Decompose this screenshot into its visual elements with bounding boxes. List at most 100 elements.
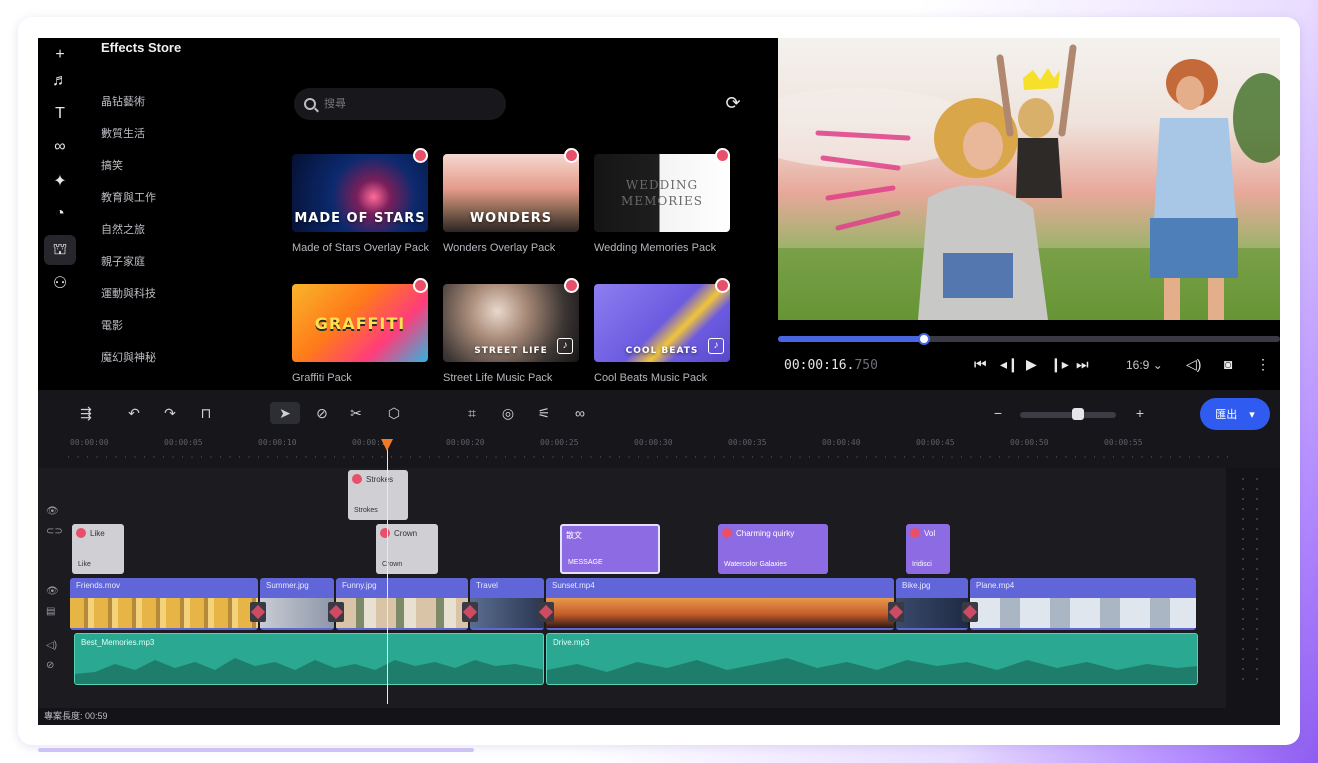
category-item[interactable]: 運動與科技 [101, 286, 156, 318]
thumbnail-title: GRAFFITI [314, 313, 406, 333]
skip-end-icon[interactable]: ⏭ [1076, 356, 1089, 373]
scissors-icon[interactable]: ✂ [344, 402, 368, 424]
text-clip[interactable]: Charming quirky Watercolor Galaxies [718, 524, 828, 574]
chevron-down-icon: ▾ [1249, 408, 1255, 421]
clip-title: Crown [394, 528, 418, 538]
eye-icon[interactable]: 👁 [46, 586, 59, 597]
effect-card[interactable]: WONDERS Wonders Overlay Pack [443, 148, 581, 258]
search-box[interactable] [294, 88, 506, 120]
playhead-handle[interactable] [381, 439, 393, 451]
progress-knob[interactable] [917, 333, 930, 345]
aspect-ratio-select[interactable]: 16:9 ⌄ [1126, 358, 1163, 372]
play-icon[interactable]: ▶ [1026, 356, 1037, 373]
sticker-clip[interactable]: Like Like [72, 524, 124, 574]
mute-icon[interactable]: ⊘ [46, 660, 54, 671]
clip-title: Strokes [366, 474, 394, 484]
category-item[interactable]: 晶钻藝術 [101, 94, 156, 126]
volume-icon[interactable]: ◁) [1186, 356, 1201, 373]
transition-icon[interactable] [888, 602, 904, 622]
sticker-clip[interactable]: Crown Crown [376, 524, 438, 574]
redo-icon[interactable]: ↷ [158, 402, 182, 424]
speaker-icon[interactable]: ◁) [46, 640, 57, 651]
effect-card[interactable]: GRAFFITI Graffiti Pack [292, 278, 430, 388]
effect-card[interactable]: MADE OF STARS Made of Stars Overlay Pack [292, 148, 430, 258]
lock-icon[interactable]: ⊓ [194, 402, 218, 424]
link-icon[interactable]: ∞ [568, 402, 592, 424]
effect-card[interactable]: COOL BEATS ♪ Cool Beats Music Pack [594, 278, 732, 388]
video-clip[interactable]: Sunset.mp4 [546, 578, 894, 630]
video-clip[interactable]: Bike.jpg [896, 578, 968, 630]
text-clip[interactable]: Vol Iridisci [906, 524, 950, 574]
audio-clip[interactable]: Best_Memories.mp3 [74, 633, 544, 685]
skip-start-icon[interactable]: ⏮ [974, 356, 987, 373]
shield-icon[interactable]: ⬡ [382, 402, 406, 424]
video-clip[interactable]: Funny.jpg [336, 578, 468, 630]
clip-label: Summer.jpg [266, 581, 309, 590]
film-icon[interactable]: ▤ [46, 606, 55, 617]
transition-icon[interactable] [462, 602, 478, 622]
zoom-slider-knob[interactable] [1072, 408, 1084, 420]
sticker-clip[interactable]: Strokes Strokes [348, 470, 408, 520]
record-icon[interactable]: ◎ [496, 402, 520, 424]
video-clip[interactable]: Friends.mov [70, 578, 258, 630]
zoom-out-icon[interactable]: − [986, 402, 1010, 424]
thumbnail-title: MADE OF STARS [294, 211, 426, 226]
clip-thumbnails [970, 598, 1196, 628]
select-tool-icon[interactable]: ➤ [270, 402, 300, 424]
transition-icon[interactable] [962, 602, 978, 622]
clip-label: Friends.mov [76, 581, 121, 590]
text-icon[interactable]: T [44, 99, 76, 129]
video-clip[interactable]: Travel [470, 578, 544, 630]
adjust-icon[interactable]: ⚟ [532, 402, 556, 424]
category-item[interactable]: 自然之旅 [101, 222, 156, 254]
category-item[interactable]: 搞笑 [101, 158, 156, 190]
effect-card[interactable]: STREET LIFE ♪ Street Life Music Pack [443, 278, 581, 388]
effect-card[interactable]: WEDDING MEMORIES Wedding Memories Pack [594, 148, 732, 258]
video-preview[interactable] [778, 38, 1280, 320]
favorite-badge-icon [715, 278, 730, 293]
music-icon[interactable]: ♬ [44, 66, 76, 96]
category-item[interactable]: 魔幻與神秘 [101, 350, 156, 382]
category-item[interactable]: 親子家庭 [101, 254, 156, 286]
refresh-icon[interactable]: ⟳ [722, 92, 744, 114]
category-item[interactable]: 數質生活 [101, 126, 156, 158]
link-icon[interactable]: ⊂⊃ [46, 526, 63, 537]
transition-icon[interactable] [250, 602, 266, 622]
effects-icon[interactable]: ⚇ [44, 268, 76, 298]
camera-icon[interactable]: ◙ [1224, 356, 1232, 372]
step-forward-icon[interactable]: ❙▸ [1050, 356, 1069, 373]
export-button[interactable]: 匯出 ▾ [1200, 398, 1270, 430]
sparkle-icon[interactable]: ✦ [44, 166, 76, 196]
music-note-icon: ♪ [708, 338, 724, 354]
effect-name: Street Life Music Pack [443, 372, 553, 384]
undo-icon[interactable]: ↶ [122, 402, 146, 424]
clip-subtitle: Iridisci [912, 561, 932, 568]
crop-icon[interactable]: ⌗ [460, 402, 484, 424]
more-icon[interactable]: ⋮ [1256, 356, 1270, 373]
speed-icon[interactable]: ⊘ [310, 402, 334, 424]
progress-fill [778, 336, 924, 342]
infinity-icon[interactable]: ∞ [44, 132, 76, 162]
transition-icon[interactable] [538, 602, 554, 622]
audio-clip[interactable]: Drive.mp3 [546, 633, 1198, 685]
clip-label: Funny.jpg [342, 581, 377, 590]
timeline-ruler[interactable]: 00:00:00 00:00:05 00:00:10 00:00:15 00:0… [38, 434, 1280, 468]
add-track-icon[interactable]: ⇶ [74, 402, 98, 424]
search-icon [304, 98, 316, 110]
step-back-icon[interactable]: ◂❙ [1000, 356, 1019, 373]
video-clip[interactable]: Summer.jpg [260, 578, 334, 630]
favorite-badge-icon [564, 278, 579, 293]
effect-thumbnail: MADE OF STARS [292, 154, 428, 232]
playback-progress-bar[interactable] [778, 333, 1280, 345]
eye-icon[interactable]: 👁 [46, 506, 59, 517]
zoom-in-icon[interactable]: + [1128, 402, 1152, 424]
category-item[interactable]: 教育與工作 [101, 190, 156, 222]
video-clip[interactable]: Plane.mp4 [970, 578, 1196, 630]
category-item[interactable]: 電影 [101, 318, 156, 350]
search-input[interactable] [324, 98, 484, 110]
transition-icon[interactable] [328, 602, 344, 622]
sticker-icon[interactable]: ◔ [44, 199, 76, 229]
zoom-slider[interactable] [1020, 412, 1116, 418]
store-icon[interactable]: ⛫ [44, 235, 76, 265]
text-clip[interactable]: 散文 MESSAGE [560, 524, 660, 574]
